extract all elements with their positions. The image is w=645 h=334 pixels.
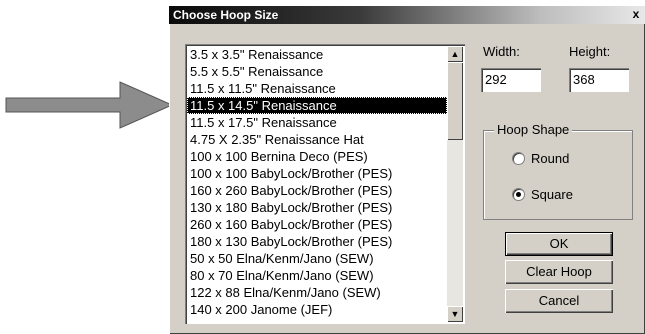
hoop-size-list: 3.5 x 3.5" Renaissance 5.5 x 5.5" Renaiss… bbox=[187, 46, 447, 318]
list-item[interactable]: 3.5 x 3.5" Renaissance bbox=[187, 46, 447, 63]
list-item[interactable]: 5.5 x 5.5" Renaissance bbox=[187, 63, 447, 80]
height-field[interactable]: 368 bbox=[569, 68, 629, 92]
width-field[interactable]: 292 bbox=[481, 68, 541, 92]
list-item[interactable]: 11.5 x 14.5" Renaissance bbox=[187, 97, 447, 114]
round-label: Round bbox=[531, 151, 570, 166]
close-icon[interactable]: x bbox=[629, 7, 643, 21]
list-item[interactable]: 11.5 x 17.5" Renaissance bbox=[187, 114, 447, 131]
square-radio[interactable]: Square bbox=[512, 187, 573, 202]
list-item[interactable]: 50 x 50 Elna/Kenm/Jano (SEW) bbox=[187, 250, 447, 267]
ok-button[interactable]: OK bbox=[505, 232, 613, 256]
choose-hoop-size-dialog: Choose Hoop Size x 3.5 x 3.5" Renaissanc… bbox=[169, 6, 645, 334]
title-bar[interactable]: Choose Hoop Size x bbox=[169, 6, 645, 24]
height-label: Height: bbox=[569, 44, 611, 59]
list-item[interactable]: 100 x 100 Bernina Deco (PES) bbox=[187, 148, 447, 165]
width-label: Width: bbox=[483, 44, 520, 59]
list-item[interactable]: 100 x 100 BabyLock/Brother (PES) bbox=[187, 165, 447, 182]
list-item[interactable]: 4.75 X 2.35" Renaissance Hat bbox=[187, 131, 447, 148]
list-item[interactable]: 160 x 260 BabyLock/Brother (PES) bbox=[187, 182, 447, 199]
list-item[interactable]: 122 x 88 Elna/Kenm/Jano (SEW) bbox=[187, 284, 447, 301]
scroll-thumb[interactable] bbox=[447, 62, 463, 140]
list-item[interactable]: 180 x 130 BabyLock/Brother (PES) bbox=[187, 233, 447, 250]
cancel-button[interactable]: Cancel bbox=[505, 289, 613, 313]
list-item[interactable]: 11.5 x 11.5" Renaissance bbox=[187, 80, 447, 97]
list-item[interactable]: 80 x 70 Elna/Kenm/Jano (SEW) bbox=[187, 267, 447, 284]
scroll-up-icon[interactable]: ▲ bbox=[447, 46, 463, 62]
square-label: Square bbox=[531, 187, 573, 202]
hoop-shape-group: Hoop Shape Round Square bbox=[483, 122, 633, 220]
listbox-scrollbar[interactable]: ▲ ▼ bbox=[447, 46, 463, 322]
hoop-size-listbox[interactable]: 3.5 x 3.5" Renaissance 5.5 x 5.5" Renaiss… bbox=[185, 44, 465, 324]
round-radio-button[interactable] bbox=[512, 152, 525, 165]
clear-hoop-button[interactable]: Clear Hoop bbox=[505, 260, 613, 284]
pointer-arrow-icon bbox=[5, 81, 174, 129]
list-item[interactable]: 130 x 180 BabyLock/Brother (PES) bbox=[187, 199, 447, 216]
list-item[interactable]: 140 x 200 Janome (JEF) bbox=[187, 301, 447, 318]
square-radio-button[interactable] bbox=[512, 188, 525, 201]
dialog-title: Choose Hoop Size bbox=[173, 8, 279, 22]
hoop-shape-legend: Hoop Shape bbox=[494, 122, 573, 137]
scroll-down-icon[interactable]: ▼ bbox=[447, 306, 463, 322]
list-item[interactable]: 260 x 160 BabyLock/Brother (PES) bbox=[187, 216, 447, 233]
round-radio[interactable]: Round bbox=[512, 151, 569, 166]
